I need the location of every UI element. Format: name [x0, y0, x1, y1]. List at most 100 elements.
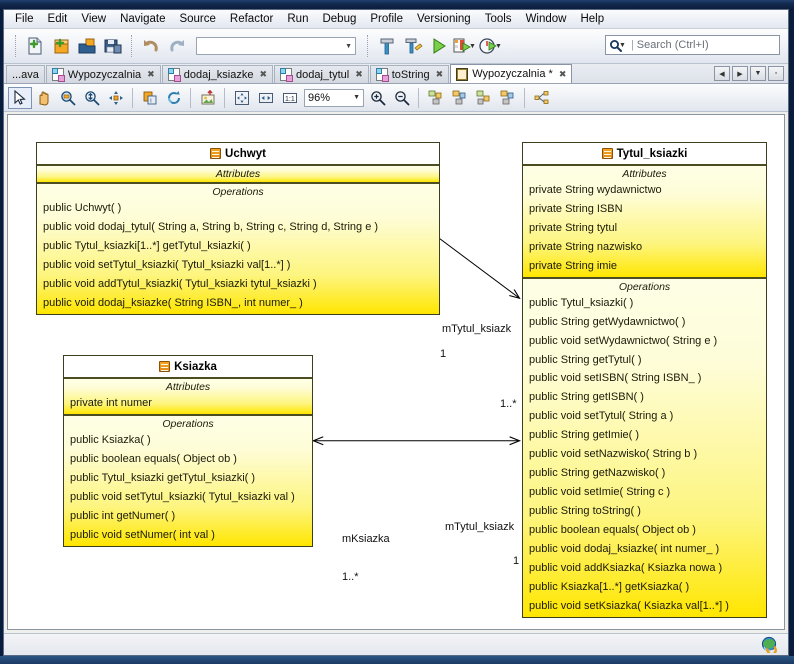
new-file-button[interactable] [22, 33, 48, 59]
fit-width-tool-button[interactable] [254, 87, 278, 109]
move-tool-button[interactable] [104, 87, 128, 109]
documentation-tool-button[interactable]: i [138, 87, 162, 109]
tab-close-icon[interactable]: ✖ [355, 69, 363, 80]
uml-class-tytul-ksiazki[interactable]: Tytul_ksiazki Attributes private String … [522, 142, 767, 618]
uml-operation-row[interactable]: public void addTytul_ksiazki( Tytul_ksia… [37, 276, 439, 295]
browser-globe-icon[interactable] [761, 636, 778, 656]
uml-operation-row[interactable]: public void setTytul_ksiazki( Tytul_ksia… [37, 257, 439, 276]
tab-close-icon[interactable]: ✖ [147, 69, 155, 80]
layout-orthogonal-button[interactable] [448, 87, 472, 109]
menu-item-view[interactable]: View [74, 11, 113, 27]
uml-operation-row[interactable]: public void setTytul( String a ) [523, 408, 766, 427]
uml-operation-row[interactable]: public void setNumer( int val ) [64, 527, 312, 546]
scroll-tabs-right-button[interactable]: ▶ [732, 66, 748, 81]
chevron-down-icon[interactable]: ▼ [469, 43, 476, 50]
uml-operation-row[interactable]: public String getISBN( ) [523, 389, 766, 408]
uml-operation-row[interactable]: public Uchwyt( ) [37, 200, 439, 219]
uml-operation-row[interactable]: public void dodaj_tytul( String a, Strin… [37, 219, 439, 238]
zoom-tool-button[interactable] [80, 87, 104, 109]
uml-class-ksiazka[interactable]: Ksiazka Attributes private int numer Ope… [63, 355, 313, 547]
refresh-tool-button[interactable] [162, 87, 186, 109]
menu-item-file[interactable]: File [8, 11, 41, 27]
debug-project-button[interactable]: ▼ [452, 33, 478, 59]
menu-item-run[interactable]: Run [280, 11, 315, 27]
search-dropdown-icon[interactable]: ▼ [619, 42, 626, 49]
zoom-region-tool-button[interactable] [56, 87, 80, 109]
tab-close-icon[interactable]: ✖ [436, 69, 444, 80]
tab-dodaj-ksiazke[interactable]: dodaj_ksiazke ✖ [161, 65, 273, 83]
actual-size-tool-button[interactable]: 1:1 [278, 87, 302, 109]
profile-project-button[interactable]: ▼ [478, 33, 504, 59]
new-project-button[interactable] [48, 33, 74, 59]
menu-item-navigate[interactable]: Navigate [113, 11, 172, 27]
zoom-out-button[interactable] [390, 87, 414, 109]
uml-operation-row[interactable]: public boolean equals( Object ob ) [64, 451, 312, 470]
scroll-tabs-left-button[interactable]: ◀ [714, 66, 730, 81]
zoom-level-combo[interactable]: 96% ▼ [304, 88, 364, 107]
menu-item-edit[interactable]: Edit [41, 11, 75, 27]
menu-item-debug[interactable]: Debug [315, 11, 363, 27]
menu-item-profile[interactable]: Profile [363, 11, 410, 27]
tab-dodaj-tytul[interactable]: dodaj_tytul ✖ [273, 65, 369, 83]
uml-operation-row[interactable]: public String getImie( ) [523, 427, 766, 446]
uml-attribute-row[interactable]: private String wydawnictwo [523, 182, 766, 201]
layout-hierarchical-button[interactable] [424, 87, 448, 109]
save-all-button[interactable] [100, 33, 126, 59]
uml-operation-row[interactable]: public void setTytul_ksiazki( Tytul_ksia… [64, 489, 312, 508]
uml-operation-row[interactable]: public void setWydawnictwo( String e ) [523, 333, 766, 352]
run-project-button[interactable] [426, 33, 452, 59]
uml-operation-row[interactable]: public int getNumer( ) [64, 508, 312, 527]
tab-close-icon[interactable]: ✖ [259, 69, 267, 80]
uml-operation-row[interactable]: public void setImie( String c ) [523, 484, 766, 503]
layout-tree-button[interactable] [530, 87, 554, 109]
uml-class-uchwyt[interactable]: Uchwyt Attributes Operations public Uchw… [36, 142, 440, 315]
export-image-tool-button[interactable] [196, 87, 220, 109]
uml-attribute-row[interactable]: private String tytul [523, 220, 766, 239]
menu-item-help[interactable]: Help [573, 11, 611, 27]
zoom-in-button[interactable] [366, 87, 390, 109]
configuration-combo[interactable]: ▼ [196, 37, 356, 55]
menu-item-tools[interactable]: Tools [478, 11, 519, 27]
uml-attribute-row[interactable]: private String imie [523, 258, 766, 277]
uml-operation-row[interactable]: public void setKsiazka( Ksiazka val[1..*… [523, 598, 766, 617]
uml-operation-row[interactable]: public Tytul_ksiazki( ) [523, 295, 766, 314]
build-project-button[interactable] [374, 33, 400, 59]
tab-wypozyczalnia-java[interactable]: Wypozyczalnia ✖ [45, 65, 161, 83]
uml-operation-row[interactable]: public String getTytul( ) [523, 352, 766, 371]
undo-button[interactable] [138, 33, 164, 59]
tab-wypozyczalnia-diagram[interactable]: Wypozyczalnia * ✖ [450, 64, 573, 83]
uml-operation-row[interactable]: public Ksiazka[1..*] getKsiazka( ) [523, 579, 766, 598]
uml-operation-row[interactable]: public Ksiazka( ) [64, 432, 312, 451]
menu-item-refactor[interactable]: Refactor [223, 11, 280, 27]
uml-operation-row[interactable]: public void setISBN( String ISBN_ ) [523, 370, 766, 389]
clean-and-build-button[interactable] [400, 33, 426, 59]
tab-list-dropdown-button[interactable]: ▼ [750, 66, 766, 81]
menu-item-versioning[interactable]: Versioning [410, 11, 478, 27]
layout-sequence-button[interactable] [472, 87, 496, 109]
uml-operation-row[interactable]: public void dodaj_ksiazke( int numer_ ) [523, 541, 766, 560]
uml-operation-row[interactable]: public boolean equals( Object ob ) [523, 522, 766, 541]
uml-operation-row[interactable]: public Tytul_ksiazki getTytul_ksiazki( ) [64, 470, 312, 489]
chevron-down-icon[interactable]: ▼ [495, 43, 502, 50]
fit-diagram-tool-button[interactable] [230, 87, 254, 109]
uml-operation-row[interactable]: public String getWydawnictwo( ) [523, 314, 766, 333]
search-input[interactable]: ▼ | Search (Ctrl+I) [605, 35, 780, 55]
redo-button[interactable] [164, 33, 190, 59]
uml-attribute-row[interactable]: private String nazwisko [523, 239, 766, 258]
maximize-window-button[interactable]: ▫ [768, 66, 784, 81]
uml-operation-row[interactable]: public String toString( ) [523, 503, 766, 522]
uml-attribute-row[interactable]: private String ISBN [523, 201, 766, 220]
uml-attribute-row[interactable]: private int numer [64, 395, 312, 414]
tab-close-icon[interactable]: ✖ [559, 69, 567, 80]
uml-operation-row[interactable]: public Tytul_ksiazki[1..*] getTytul_ksia… [37, 238, 439, 257]
uml-operation-row[interactable]: public void dodaj_ksiazke( String ISBN_,… [37, 295, 439, 314]
layout-grid-button[interactable] [496, 87, 520, 109]
open-project-button[interactable] [74, 33, 100, 59]
chevron-down-icon[interactable]: ▼ [353, 94, 360, 101]
tab-ava[interactable]: ...ava [6, 65, 45, 83]
menu-item-window[interactable]: Window [519, 11, 574, 27]
select-tool-button[interactable] [8, 86, 32, 109]
menu-item-source[interactable]: Source [172, 11, 222, 27]
uml-operation-row[interactable]: public void setNazwisko( String b ) [523, 446, 766, 465]
uml-diagram-canvas[interactable]: mTytul_ksiazk 1 1..* mKsiazka mTytul_ksi… [7, 114, 785, 630]
